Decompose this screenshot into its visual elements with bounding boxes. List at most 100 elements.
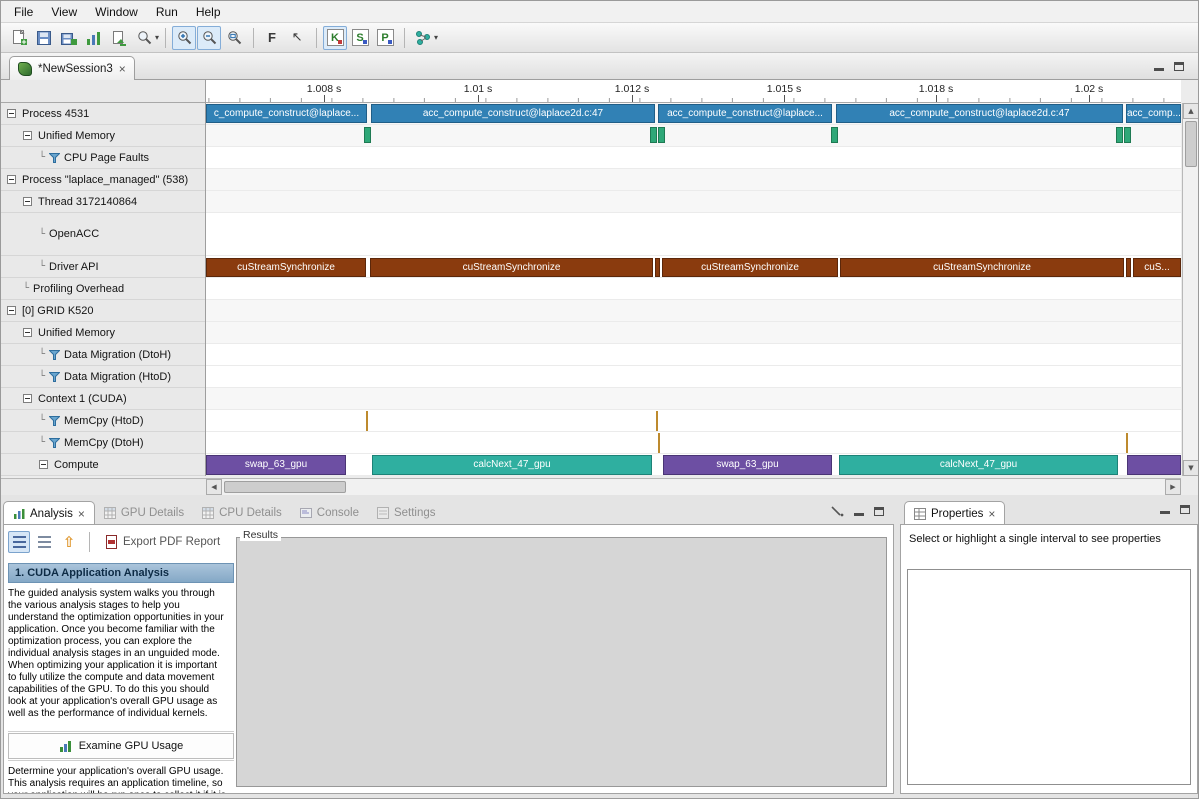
menu-file[interactable]: File [5, 3, 42, 21]
analysis-dropdown-icon[interactable]: ▾ [434, 33, 438, 42]
tree-row-thread[interactable]: Thread 3172140864 [1, 191, 205, 213]
memcpy-htod-mark[interactable] [366, 411, 368, 431]
zoom-fit-icon[interactable] [222, 26, 246, 50]
tree-row-data-migration-dtoh[interactable]: └ Data Migration (DtoH) [1, 344, 205, 366]
menu-run[interactable]: Run [147, 3, 187, 21]
openacc-wait-marker[interactable] [831, 127, 838, 143]
driver-api-interval[interactable]: cuS... [1133, 258, 1181, 277]
scrollbar-thumb[interactable] [224, 481, 346, 493]
driver-api-interval[interactable] [1126, 258, 1131, 277]
kernel-interval[interactable]: swap_63_gpu [663, 455, 832, 475]
zoom-out-icon[interactable] [197, 26, 221, 50]
tree-row-openacc[interactable]: └ OpenACC [1, 213, 205, 256]
tree-row-context-1[interactable]: Context 1 (CUDA) [1, 388, 205, 410]
openacc-wait-marker[interactable] [1124, 127, 1131, 143]
scroll-up-icon[interactable]: ▲ [1183, 103, 1199, 119]
openacc-interval[interactable]: acc_compute_construct@laplace... [658, 104, 832, 123]
minimize-icon[interactable] [1160, 505, 1170, 514]
export-icon[interactable] [107, 26, 131, 50]
tree-row-data-migration-htod[interactable]: └ Data Migration (HtoD) [1, 366, 205, 388]
tree-row-process-laplace[interactable]: Process "laplace_managed" (538) [1, 169, 205, 191]
collapse-toggle-icon[interactable] [23, 328, 32, 337]
marker-arrow-icon[interactable]: ↖ [285, 26, 309, 50]
tree-row-unified-memory[interactable]: Unified Memory [1, 125, 205, 147]
view-menu-icon[interactable] [830, 505, 844, 517]
tree-row-process-4531[interactable]: Process 4531 [1, 103, 205, 125]
unguided-analysis-view-icon[interactable] [33, 531, 55, 553]
driver-api-interval[interactable]: cuStreamSynchronize [370, 258, 653, 277]
analysis-graph-icon[interactable] [411, 26, 435, 50]
analysis-stage-header[interactable]: 1. CUDA Application Analysis [8, 563, 234, 583]
scroll-down-icon[interactable]: ▼ [1183, 460, 1199, 476]
tab-analysis[interactable]: Analysis × [3, 501, 95, 525]
kernel-mode-icon[interactable]: K [323, 26, 347, 50]
collapse-toggle-icon[interactable] [7, 175, 16, 184]
zoom-tool-dropdown-icon[interactable]: ▾ [155, 33, 159, 42]
openacc-interval[interactable]: acc_comp... [1126, 104, 1181, 123]
tab-console[interactable]: Console [291, 501, 368, 525]
scroll-right-icon[interactable]: ▶ [1165, 479, 1181, 495]
close-icon[interactable]: × [78, 509, 85, 519]
tree-row-driver-api[interactable]: └ Driver API [1, 256, 205, 278]
openacc-wait-marker[interactable] [364, 127, 371, 143]
kernel-interval[interactable]: calcNext_47_gpu [372, 455, 652, 475]
marker-f-icon[interactable]: F [260, 26, 284, 50]
menu-help[interactable]: Help [187, 3, 230, 21]
tree-row-memcpy-dtoh[interactable]: └ MemCpy (DtoH) [1, 432, 205, 454]
tab-properties[interactable]: Properties × [904, 501, 1005, 525]
scrollbar-thumb[interactable] [1185, 121, 1197, 167]
tree-row-profiling-overhead[interactable]: └ Profiling Overhead [1, 278, 205, 300]
memcpy-dtoh-mark[interactable] [1126, 433, 1128, 453]
close-icon[interactable]: × [119, 64, 126, 74]
vertical-scrollbar[interactable]: ▲ ▼ [1182, 103, 1199, 476]
collapse-toggle-icon[interactable] [7, 306, 16, 315]
driver-api-interval[interactable]: cuStreamSynchronize [206, 258, 366, 277]
collapse-toggle-icon[interactable] [23, 131, 32, 140]
timeline-canvas[interactable]: c_compute_construct@laplace... acc_compu… [206, 103, 1181, 476]
kernel-interval[interactable]: swap_63_gpu [206, 455, 346, 475]
minimize-icon[interactable] [854, 507, 864, 516]
tab-gpu-details[interactable]: GPU Details [95, 501, 193, 525]
stream-mode-icon[interactable]: S [348, 26, 372, 50]
save-as-icon[interactable] [57, 26, 81, 50]
openacc-interval[interactable]: c_compute_construct@laplace... [206, 104, 367, 123]
memcpy-dtoh-mark[interactable] [658, 433, 660, 453]
kernel-interval[interactable] [1127, 455, 1181, 475]
tree-row-grid-k520[interactable]: [0] GRID K520 [1, 300, 205, 322]
examine-gpu-usage-button[interactable]: Examine GPU Usage [8, 733, 234, 759]
zoom-tool-icon[interactable] [132, 26, 156, 50]
tree-row-cpu-page-faults[interactable]: └ CPU Page Faults [1, 147, 205, 169]
maximize-icon[interactable] [1180, 505, 1190, 514]
minimize-icon[interactable] [1154, 62, 1164, 71]
maximize-icon[interactable] [1174, 62, 1184, 71]
tree-row-compute[interactable]: Compute [1, 454, 205, 476]
collapse-toggle-icon[interactable] [23, 394, 32, 403]
menu-window[interactable]: Window [86, 3, 147, 21]
driver-api-interval[interactable]: cuStreamSynchronize [840, 258, 1124, 277]
collapse-toggle-icon[interactable] [7, 109, 16, 118]
tree-row-gpu-unified-memory[interactable]: Unified Memory [1, 322, 205, 344]
promote-analysis-icon[interactable]: ⇧ [58, 531, 80, 553]
memcpy-htod-mark[interactable] [656, 411, 658, 431]
tree-row-memcpy-htod[interactable]: └ MemCpy (HtoD) [1, 410, 205, 432]
collapse-toggle-icon[interactable] [39, 460, 48, 469]
profile-application-icon[interactable] [82, 26, 106, 50]
driver-api-interval[interactable] [655, 258, 660, 277]
export-pdf-button[interactable]: Export PDF Report [99, 533, 226, 551]
collapse-toggle-icon[interactable] [23, 197, 32, 206]
openacc-wait-marker[interactable] [1116, 127, 1123, 143]
zoom-in-icon[interactable] [172, 26, 196, 50]
close-icon[interactable]: × [988, 509, 995, 519]
save-icon[interactable] [32, 26, 56, 50]
guided-analysis-view-icon[interactable] [8, 531, 30, 553]
maximize-icon[interactable] [874, 507, 884, 516]
tab-settings[interactable]: Settings [368, 501, 445, 525]
driver-api-interval[interactable]: cuStreamSynchronize [662, 258, 838, 277]
horizontal-scrollbar[interactable]: ◀ ▶ [206, 478, 1181, 495]
new-session-icon[interactable] [7, 26, 31, 50]
kernel-interval[interactable]: calcNext_47_gpu [839, 455, 1118, 475]
openacc-wait-marker[interactable] [650, 127, 657, 143]
scroll-left-icon[interactable]: ◀ [206, 479, 222, 495]
openacc-interval[interactable]: acc_compute_construct@laplace2d.c:47 [371, 104, 655, 123]
menu-view[interactable]: View [42, 3, 86, 21]
